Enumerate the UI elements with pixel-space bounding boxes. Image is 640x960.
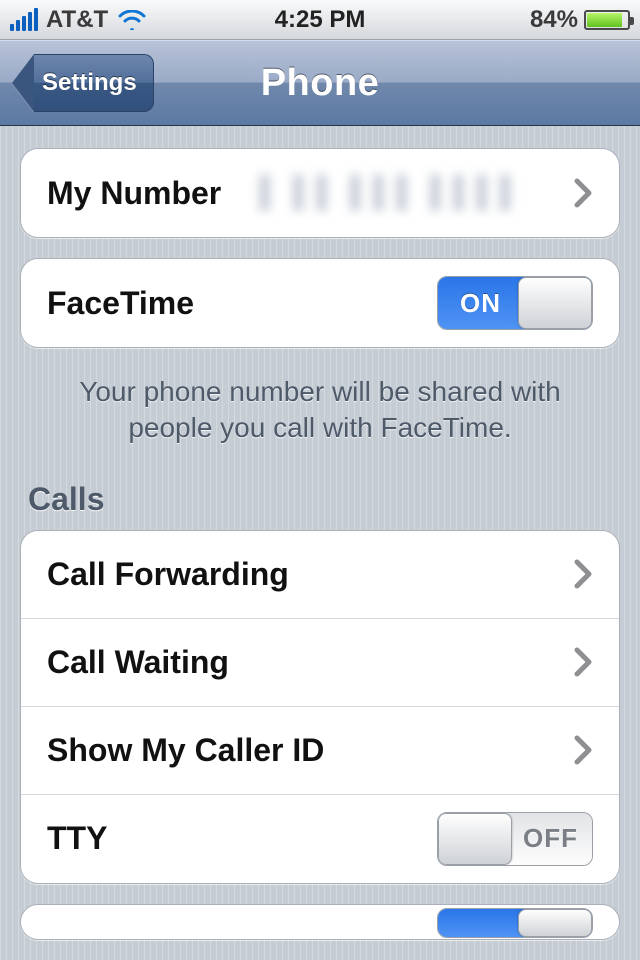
row-facetime: FaceTime ON xyxy=(21,259,619,347)
toggle-knob xyxy=(518,277,592,329)
facetime-label: FaceTime xyxy=(47,285,194,322)
toggle-knob xyxy=(518,909,592,937)
cutoff-toggle[interactable] xyxy=(437,908,593,938)
my-number-label: My Number xyxy=(47,175,221,212)
carrier-label: AT&T xyxy=(46,6,108,34)
show-caller-id-label: Show My Caller ID xyxy=(47,732,324,769)
chevron-left-icon xyxy=(12,54,34,112)
chevron-right-icon xyxy=(573,178,593,208)
wifi-icon xyxy=(118,10,146,30)
page-title: Phone xyxy=(261,62,380,105)
section-header-calls: Calls xyxy=(20,465,620,530)
status-bar: AT&T 4:25 PM 84% xyxy=(0,0,640,40)
facetime-footer: Your phone number will be shared with pe… xyxy=(20,368,620,465)
back-button-label: Settings xyxy=(34,54,154,112)
chevron-right-icon xyxy=(573,647,593,677)
facetime-toggle[interactable]: ON xyxy=(437,276,593,330)
chevron-right-icon xyxy=(573,735,593,765)
toggle-on-text: ON xyxy=(460,277,501,329)
toggle-knob xyxy=(438,813,512,865)
row-cutoff[interactable] xyxy=(21,905,619,940)
group-my-number: My Number ▌ ▌▌ ▌▌▌ ▌▌▌▌ xyxy=(20,148,620,238)
my-number-value-redacted: ▌ ▌▌ ▌▌▌ ▌▌▌▌ xyxy=(235,175,547,211)
call-forwarding-label: Call Forwarding xyxy=(47,556,289,593)
status-time: 4:25 PM xyxy=(275,6,366,34)
group-calls: Call Forwarding Call Waiting Show My Cal… xyxy=(20,530,620,884)
call-waiting-label: Call Waiting xyxy=(47,644,229,681)
row-tty: TTY OFF xyxy=(21,795,619,883)
battery-icon xyxy=(584,10,630,30)
group-next-cutoff xyxy=(20,904,620,940)
battery-percent: 84% xyxy=(530,6,578,34)
signal-strength-icon xyxy=(10,8,38,31)
row-call-forwarding[interactable]: Call Forwarding xyxy=(21,531,619,619)
group-facetime: FaceTime ON xyxy=(20,258,620,348)
row-call-waiting[interactable]: Call Waiting xyxy=(21,619,619,707)
tty-label: TTY xyxy=(47,820,107,857)
row-my-number[interactable]: My Number ▌ ▌▌ ▌▌▌ ▌▌▌▌ xyxy=(21,149,619,237)
toggle-off-text: OFF xyxy=(523,813,578,865)
chevron-right-icon xyxy=(573,559,593,589)
back-button[interactable]: Settings xyxy=(12,54,154,112)
tty-toggle[interactable]: OFF xyxy=(437,812,593,866)
row-show-caller-id[interactable]: Show My Caller ID xyxy=(21,707,619,795)
nav-bar: Settings Phone xyxy=(0,40,640,126)
